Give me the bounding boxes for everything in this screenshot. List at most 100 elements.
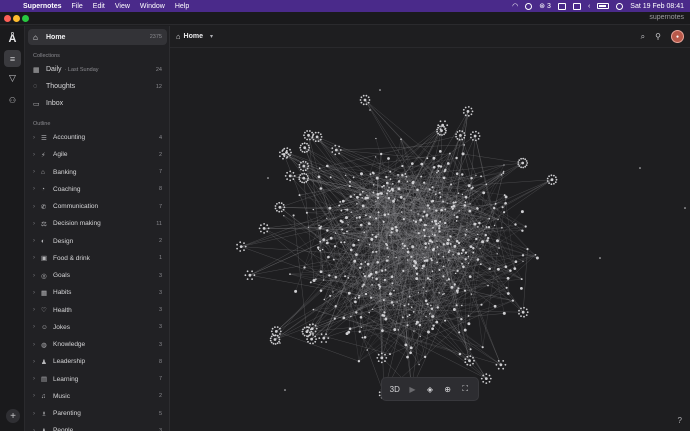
graph-node[interactable] (327, 337, 330, 339)
graph-node[interactable] (358, 294, 360, 297)
graph-node[interactable] (480, 303, 483, 306)
graph-node[interactable] (553, 174, 555, 177)
graph-node[interactable] (319, 240, 322, 243)
graph-node[interactable] (464, 258, 467, 261)
graph-node[interactable] (302, 333, 304, 335)
graph-node[interactable] (684, 207, 686, 209)
graph-node[interactable] (489, 377, 492, 380)
graph-node[interactable] (289, 170, 292, 173)
graph-node[interactable] (464, 361, 467, 364)
graph-node[interactable] (309, 138, 311, 141)
graph-node[interactable] (289, 179, 292, 182)
graph-node[interactable] (461, 130, 464, 133)
graph-node[interactable] (550, 174, 553, 177)
graph-node[interactable] (431, 248, 435, 252)
graph-node[interactable] (436, 306, 439, 309)
graph-node[interactable] (439, 220, 441, 223)
graph-node[interactable] (522, 166, 525, 169)
graph-node[interactable] (479, 263, 482, 266)
graph-node[interactable] (319, 133, 322, 136)
graph-node[interactable] (302, 160, 305, 163)
graph-node[interactable] (409, 346, 413, 350)
chevron-right-icon[interactable]: › (33, 359, 41, 365)
graph-node[interactable] (514, 223, 517, 226)
menu-file[interactable]: File (72, 3, 83, 10)
graph-node[interactable] (367, 274, 371, 278)
graph-node[interactable] (304, 169, 307, 172)
graph-node[interactable] (267, 227, 270, 230)
graph-node[interactable] (407, 303, 410, 306)
graph-node[interactable] (334, 153, 337, 156)
graph-node[interactable] (361, 336, 364, 339)
graph-node[interactable] (329, 294, 332, 297)
graph-node[interactable] (457, 241, 461, 245)
graph-node[interactable] (442, 176, 446, 180)
graph-node[interactable] (395, 228, 399, 232)
graph-node[interactable] (366, 194, 368, 197)
graph-node[interactable] (449, 235, 452, 238)
graph-node[interactable] (286, 171, 288, 174)
graph-node[interactable] (375, 277, 378, 281)
graph-node[interactable] (400, 138, 402, 141)
graph-node[interactable] (244, 274, 247, 277)
graph-node[interactable] (359, 315, 363, 319)
graph-node[interactable] (473, 134, 477, 138)
graph-node[interactable] (307, 165, 310, 167)
graph-node[interactable] (444, 127, 447, 130)
graph-node[interactable] (402, 269, 405, 272)
graph-node[interactable] (472, 356, 474, 359)
graph-node[interactable] (488, 380, 491, 383)
graph-node[interactable] (428, 239, 432, 243)
graph-node[interactable] (464, 233, 467, 236)
graph-node[interactable] (328, 274, 331, 277)
graph-node[interactable] (368, 99, 371, 101)
graph-node[interactable] (368, 243, 371, 246)
graph-node[interactable] (425, 315, 427, 318)
graph-node[interactable] (447, 251, 450, 254)
graph-node[interactable] (432, 226, 434, 229)
graph-node[interactable] (437, 132, 439, 135)
notifications-icon[interactable]: ⊛ 3 (539, 2, 551, 10)
graph-node[interactable] (258, 227, 261, 230)
graph-node[interactable] (445, 129, 447, 132)
graph-node[interactable] (410, 162, 414, 165)
graph-node[interactable] (334, 305, 337, 308)
graph-node[interactable] (279, 342, 281, 344)
graph-node[interactable] (467, 184, 471, 188)
graph-node[interactable] (311, 137, 313, 139)
graph-node[interactable] (475, 130, 477, 133)
graph-node[interactable] (464, 195, 468, 199)
graph-node[interactable] (404, 173, 407, 175)
graph-node[interactable] (518, 312, 520, 315)
graph-node[interactable] (270, 335, 273, 338)
graph-node[interactable] (410, 306, 413, 309)
graph-node[interactable] (367, 101, 370, 104)
outline-item[interactable]: › ♟ Leadership 8 (28, 354, 167, 369)
graph-node[interactable] (246, 278, 249, 280)
graph-node[interactable] (470, 293, 473, 295)
graph-node[interactable] (439, 165, 443, 168)
graph-node[interactable] (525, 308, 528, 311)
graph-node[interactable] (473, 359, 475, 362)
graph-node[interactable] (345, 332, 349, 336)
graph-node[interactable] (473, 222, 477, 226)
graph-node[interactable] (326, 229, 329, 232)
graph-node[interactable] (455, 215, 459, 219)
graph-node[interactable] (520, 157, 522, 160)
graph-node[interactable] (332, 291, 334, 293)
graph-node[interactable] (312, 308, 315, 311)
graph-node[interactable] (383, 213, 387, 217)
graph-node[interactable] (438, 268, 441, 271)
graph-node[interactable] (338, 145, 340, 148)
graph-node[interactable] (453, 283, 456, 286)
graph-node[interactable] (411, 245, 415, 249)
graph-node[interactable] (430, 304, 432, 307)
chevron-left-icon[interactable]: ‹ (588, 3, 590, 10)
graph-node[interactable] (314, 324, 317, 327)
graph-node[interactable] (482, 191, 486, 195)
graph-node[interactable] (404, 343, 408, 347)
collection-item[interactable]: ▦ Daily · Last Sunday 24 (28, 62, 167, 77)
graph-node[interactable] (303, 146, 307, 150)
graph-node[interactable] (364, 292, 368, 296)
graph-node[interactable] (387, 213, 390, 216)
